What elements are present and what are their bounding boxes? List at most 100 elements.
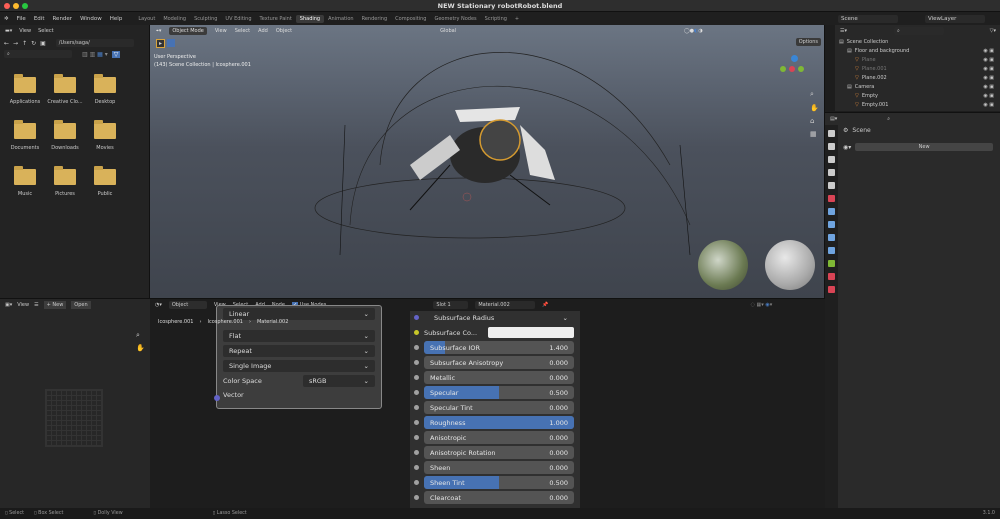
folder-item[interactable]: Desktop xyxy=(85,74,125,105)
overlay-icons[interactable]: ◌ ▦▾ ◉▾ xyxy=(751,302,773,308)
extension-dropdown[interactable]: Repeat ⌄ xyxy=(223,345,375,357)
workspace-tab-5[interactable]: Shading xyxy=(295,14,325,23)
value-slider[interactable]: Clearcoat 0.000 xyxy=(424,491,574,504)
scene-selector[interactable]: Scene xyxy=(838,14,898,23)
editor-type-icon[interactable]: ◔▾ xyxy=(155,302,162,308)
material-selector[interactable]: Material.002 xyxy=(475,301,536,309)
outliner-item[interactable]: ▽ Empty.001 ◉ ▣ xyxy=(835,100,1000,109)
properties-tab-icon[interactable] xyxy=(828,169,835,176)
parent-dir-icon[interactable]: ↑ xyxy=(22,40,27,47)
navigation-gizmo[interactable] xyxy=(780,55,804,72)
value-slider[interactable]: Sheen Tint 0.500 xyxy=(424,476,574,489)
breadcrumb-object[interactable]: Icosphere.001 xyxy=(158,319,193,325)
value-slider[interactable]: Anisotropic Rotation 0.000 xyxy=(424,446,574,459)
folder-item[interactable]: Documents xyxy=(5,120,45,151)
folder-item[interactable]: Pictures xyxy=(45,166,85,197)
input-socket[interactable] xyxy=(414,375,419,380)
properties-tab-icon[interactable] xyxy=(828,221,835,228)
folder-item[interactable]: Creative Clo... xyxy=(45,74,85,105)
projection-dropdown[interactable]: Flat ⌄ xyxy=(223,330,375,342)
workspace-tab-10[interactable]: Scripting xyxy=(481,15,511,23)
value-slider[interactable]: Sheen 0.000 xyxy=(424,461,574,474)
input-socket[interactable] xyxy=(414,420,419,425)
object-type-selector[interactable]: Object xyxy=(168,301,207,309)
filter-icon[interactable]: ▽▾ xyxy=(990,28,996,34)
input-socket[interactable] xyxy=(414,345,419,350)
workspace-tab-8[interactable]: Compositing xyxy=(391,15,430,23)
menu-edit[interactable]: Edit xyxy=(34,16,45,22)
outliner-item[interactable]: ▤ Floor and background ◉ ▣ xyxy=(835,46,1000,55)
folder-item[interactable]: Downloads xyxy=(45,120,85,151)
source-dropdown[interactable]: Single Image ⌄ xyxy=(223,360,375,372)
value-slider[interactable]: Specular 0.500 xyxy=(424,386,574,399)
3d-viewport[interactable]: ⌖▾ Object Mode View Select Add Object Gl… xyxy=(150,25,825,298)
ortho-grid-icon[interactable]: ▦ xyxy=(810,130,819,138)
world-icon[interactable]: ◉▾ xyxy=(843,144,851,151)
outliner-item[interactable]: ▤ Scene Collection xyxy=(835,37,1000,46)
fb-menu-select[interactable]: Select xyxy=(38,28,53,34)
outliner-item[interactable]: ▽ Plane ◉ ▣ xyxy=(835,55,1000,64)
fb-menu-view[interactable]: View xyxy=(19,28,31,34)
properties-tab-icon[interactable] xyxy=(828,234,835,241)
input-socket[interactable] xyxy=(414,390,419,395)
properties-tab-icon[interactable] xyxy=(828,182,835,189)
slot-selector[interactable]: Slot 1 xyxy=(433,301,469,309)
visibility-icons[interactable]: ◉ ▣ xyxy=(983,57,994,63)
filter-icon[interactable]: ▽ xyxy=(111,50,121,58)
display-mode-icon[interactable]: ☰▾ xyxy=(840,28,847,34)
outliner-item[interactable]: ▤ Camera ◉ ▣ xyxy=(835,82,1000,91)
forward-icon[interactable]: → xyxy=(13,40,18,47)
breadcrumb-mesh[interactable]: Icosphere.001 xyxy=(207,319,242,325)
value-slider[interactable]: Subsurface IOR 1.400 xyxy=(424,341,574,354)
workspace-tab-0[interactable]: Layout xyxy=(134,15,159,23)
visibility-icons[interactable]: ◉ ▣ xyxy=(983,66,994,72)
color-space-dropdown[interactable]: sRGB ⌄ xyxy=(303,375,375,387)
input-socket[interactable] xyxy=(414,360,419,365)
visibility-icons[interactable]: ◉ ▣ xyxy=(983,93,994,99)
input-socket[interactable] xyxy=(414,450,419,455)
workspace-tab-3[interactable]: UV Editing xyxy=(221,15,255,23)
input-socket[interactable] xyxy=(414,480,419,485)
properties-tab-icon[interactable] xyxy=(828,247,835,254)
blender-logo-icon[interactable]: ✲ xyxy=(4,16,9,22)
new-image-button[interactable]: + New xyxy=(43,301,67,309)
value-slider[interactable]: Roughness 1.000 xyxy=(424,416,574,429)
pin-icon[interactable]: 📌 xyxy=(542,302,548,308)
editor-type-icon[interactable]: ▬▾ xyxy=(5,28,12,34)
folder-item[interactable]: Movies xyxy=(85,120,125,151)
visibility-icons[interactable]: ◉ ▣ xyxy=(983,48,994,54)
properties-tab-icon[interactable] xyxy=(828,260,835,267)
workspace-tab-11[interactable]: + xyxy=(511,15,523,23)
vector-socket[interactable] xyxy=(214,395,220,401)
outliner-search[interactable]: ⌕ xyxy=(894,27,944,35)
display-mode-icons[interactable]: ▥ ▥ ▦ ▾ xyxy=(82,51,108,58)
visibility-icons[interactable]: ◉ ▣ xyxy=(983,75,994,81)
zoom-icon[interactable]: ⌕ xyxy=(810,90,819,99)
menu-help[interactable]: Help xyxy=(110,16,123,22)
input-socket[interactable] xyxy=(414,405,419,410)
shader-editor[interactable]: ◔▾ Object View Select Add Node ✓ Use Nod… xyxy=(150,298,825,509)
editor-type-icon[interactable]: ▤▾ xyxy=(830,116,837,122)
new-world-button[interactable]: New xyxy=(855,143,993,151)
pan-hand-icon[interactable]: ✋ xyxy=(810,104,819,112)
workspace-tab-9[interactable]: Geometry Nodes xyxy=(430,15,480,23)
workspace-tab-7[interactable]: Rendering xyxy=(358,15,392,23)
properties-tab-icon[interactable] xyxy=(828,286,835,293)
menu-icon[interactable]: ☰ xyxy=(34,302,38,308)
properties-tab-icon[interactable] xyxy=(828,130,835,137)
menu-window[interactable]: Window xyxy=(80,16,102,22)
principled-bsdf-node[interactable]: Subsurface Radius ⌄ Subsurface Co... Subs… xyxy=(410,311,580,509)
workspace-tab-4[interactable]: Texture Paint xyxy=(256,15,296,23)
properties-tab-icon[interactable] xyxy=(828,273,835,280)
workspace-tab-2[interactable]: Sculpting xyxy=(190,15,221,23)
input-socket[interactable] xyxy=(414,465,419,470)
value-slider[interactable]: Metallic 0.000 xyxy=(424,371,574,384)
new-folder-icon[interactable]: ▣ xyxy=(40,40,46,47)
editor-type-icon[interactable]: ▣▾ xyxy=(5,302,12,308)
path-input[interactable]: /Users/saga/ xyxy=(55,39,134,47)
value-slider[interactable]: Specular Tint 0.000 xyxy=(424,401,574,414)
menu-file[interactable]: File xyxy=(17,16,26,22)
properties-tab-icon[interactable] xyxy=(828,143,835,150)
ie-view-menu[interactable]: View xyxy=(17,302,29,308)
outliner-item[interactable]: ▽ Plane.001 ◉ ▣ xyxy=(835,64,1000,73)
